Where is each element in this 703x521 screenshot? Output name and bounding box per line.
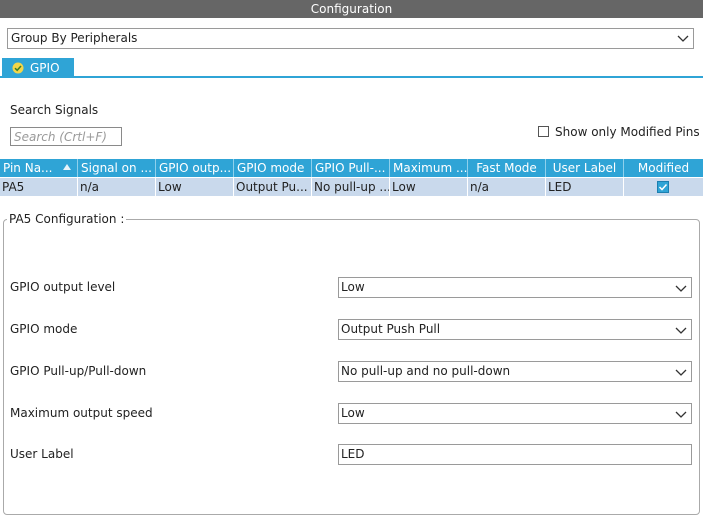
check-circle-icon (12, 62, 24, 74)
gpio-mode-label: GPIO mode (10, 322, 78, 336)
cell-fast: n/a (468, 178, 546, 196)
gpio-output-level-value: Low (341, 280, 365, 294)
gpio-pull-label: GPIO Pull-up/Pull-down (10, 364, 147, 378)
pin-configuration-title: PA5 Configuration : (7, 212, 127, 226)
group-by-value: Group By Peripherals (11, 31, 138, 45)
cell-user-label: LED (546, 178, 624, 196)
gpio-mode-value: Output Push Pull (341, 322, 441, 336)
chevron-down-icon (675, 411, 687, 418)
chevron-down-icon (675, 369, 687, 376)
chevron-down-icon (675, 327, 687, 334)
column-header-fast-mode[interactable]: Fast Mode (468, 159, 546, 177)
cell-output: Low (156, 178, 234, 196)
show-modified-label: Show only Modified Pins (555, 125, 700, 139)
search-input[interactable] (10, 127, 122, 146)
user-label-label: User Label (10, 447, 74, 461)
gpio-pull-select[interactable]: No pull-up and no pull-down (338, 361, 692, 382)
cell-mode: Output Pu... (234, 178, 312, 196)
table-row[interactable]: PA5 n/a Low Output Pu... No pull-up ... … (0, 178, 703, 196)
group-by-select[interactable]: Group By Peripherals (7, 28, 694, 49)
checkbox-checked-icon[interactable] (657, 181, 669, 193)
cell-pull: No pull-up ... (314, 178, 390, 196)
column-header-gpio-mode[interactable]: GPIO mode (234, 159, 312, 177)
user-label-value: LED (341, 447, 365, 461)
sort-arrow-icon (63, 164, 71, 170)
cell-speed: Low (390, 178, 468, 196)
column-header-signal[interactable]: Signal on ... (78, 159, 156, 177)
gpio-pull-value: No pull-up and no pull-down (341, 364, 511, 378)
table-header: Pin Na... Signal on ... GPIO outp... GPI… (0, 159, 703, 177)
chevron-down-icon (675, 285, 687, 292)
checkbox-icon[interactable] (538, 126, 549, 137)
column-header-pin-name[interactable]: Pin Na... (0, 159, 78, 177)
chevron-down-icon (677, 35, 689, 42)
cell-pin: PA5 (0, 178, 78, 196)
cell-signal: n/a (78, 178, 156, 196)
max-output-speed-label: Maximum output speed (10, 406, 153, 420)
tab-gpio-label: GPIO (30, 61, 60, 75)
column-header-gpio-pull[interactable]: GPIO Pull-... (312, 159, 390, 177)
column-header-modified[interactable]: Modified (624, 159, 703, 177)
column-label: Pin Na... (3, 161, 53, 175)
max-output-speed-value: Low (341, 406, 365, 420)
tab-underline (0, 76, 703, 78)
max-output-speed-select[interactable]: Low (338, 403, 692, 424)
search-signals-label: Search Signals (10, 103, 99, 117)
window-title: Configuration (0, 0, 703, 18)
gpio-output-level-label: GPIO output level (10, 280, 116, 294)
user-label-input[interactable]: LED (338, 444, 692, 465)
gpio-output-level-select[interactable]: Low (338, 277, 692, 298)
column-header-user-label[interactable]: User Label (546, 159, 624, 177)
column-header-gpio-output[interactable]: GPIO outp... (156, 159, 234, 177)
tab-gpio[interactable]: GPIO (2, 58, 74, 78)
gpio-mode-select[interactable]: Output Push Pull (338, 319, 692, 340)
column-header-max-speed[interactable]: Maximum ... (390, 159, 468, 177)
